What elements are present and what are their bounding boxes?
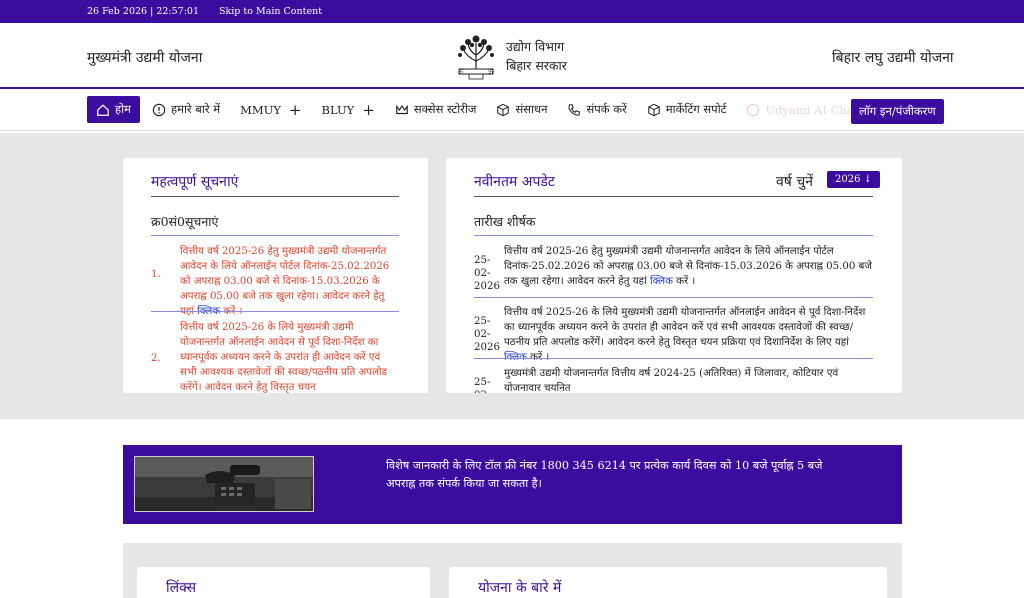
links-title: लिंक्स [166, 580, 197, 596]
main-nav: होम हमारे बारे में MMUY + BLUY + सक्सेस … [0, 89, 1024, 131]
nav-about-label: हमारे बारे में [170, 102, 221, 116]
notice-number: 1. [151, 269, 161, 280]
nav-contact-label: संपर्क करें [586, 102, 627, 116]
divider [474, 196, 873, 197]
links-card: लिंक्स [137, 567, 430, 598]
about-scheme-card: योजना के बारे में [449, 567, 887, 598]
site-header: मुख्यमंत्री उद्यमी योजना 卐 卐 उद्योग विभा… [0, 23, 1024, 89]
list-item: 2. वित्तीय वर्ष 2025-26 के लिये मुख्यमंत… [151, 320, 399, 393]
updates-column-heads: तारीख शीर्षक [474, 214, 536, 229]
divider [151, 235, 399, 236]
box-icon [497, 103, 510, 116]
update-body: वित्तीय वर्ष 2025-26 के लिये मुख्यमंत्री… [504, 307, 866, 348]
update-date: 25-02-2026 [474, 316, 500, 353]
bluy-title: बिहार लघु उद्यमी योजना [832, 50, 954, 66]
chat-bot-icon [747, 103, 760, 116]
divider [474, 297, 873, 298]
phone-icon [568, 103, 581, 116]
about-scheme-title: योजना के बारे में [478, 580, 562, 596]
box-icon [648, 103, 660, 116]
nav-mmuy[interactable]: MMUY + [240, 101, 301, 119]
update-text: वित्तीय वर्ष 2025-26 के लिये मुख्यमंत्री… [504, 305, 874, 365]
list-item: 1. वित्तीय वर्ष 2025-26 हेतु मुख्यमंत्री… [151, 244, 399, 317]
nav-marketing-label: मार्केटिंग सपोर्ट [665, 102, 727, 116]
table-row: 25-02 मुख्यमंत्री उद्यमी योजनान्तर्गत वि… [474, 366, 874, 393]
nav-resources-label: संसाधन [515, 102, 548, 116]
nav-success-label: सक्सेस स्टोरीज [413, 102, 477, 116]
info-circle-icon [152, 103, 166, 116]
notices-title: महत्वपूर्ण सूचनाएं [151, 174, 239, 190]
nav-home-label: होम [115, 102, 131, 116]
skip-to-content-link[interactable]: Skip to Main Content [219, 6, 322, 17]
notice-body: वित्तीय वर्ष 2025-26 के लिये मुख्यमंत्री… [180, 322, 388, 393]
update-body: मुख्यमंत्री उद्यमी योजनान्तर्गत वित्तीय … [504, 368, 839, 393]
mmuy-title: मुख्यमंत्री उद्यमी योजना [87, 50, 203, 66]
important-notices-card: महत्वपूर्ण सूचनाएं क्र0सं0सूचनाएं 1. वित… [123, 158, 428, 393]
update-click-link[interactable]: क्लिक [650, 276, 673, 287]
update-text: मुख्यमंत्री उद्यमी योजनान्तर्गत वित्तीय … [504, 366, 874, 393]
update-tail: करें । [676, 276, 696, 287]
notice-number: 2. [151, 353, 161, 364]
nav-marketing[interactable]: मार्केटिंग सपोर्ट [647, 102, 727, 117]
update-date: 25-02-2026 [474, 255, 500, 292]
bihar-emblem-icon: 卐 卐 [458, 35, 494, 80]
year-select-dropdown[interactable]: 2026 ↓ [827, 171, 881, 188]
helpline-banner: विशेष जानकारी के लिए टॉल फ्री नंबर 1800 … [123, 445, 902, 524]
svg-text:卐: 卐 [458, 69, 463, 76]
divider [474, 235, 873, 236]
updates-title: नवीनतम अपडेट [474, 174, 555, 190]
telephone-image-icon [135, 457, 313, 511]
notices-section: महत्वपूर्ण सूचनाएं क्र0सं0सूचनाएं 1. वित… [0, 133, 1024, 419]
crown-icon [396, 104, 408, 114]
svg-text:卐: 卐 [488, 69, 493, 76]
datetime: 26 Feb 2026 | 22:57:01 [87, 6, 199, 17]
helpline-text: विशेष जानकारी के लिए टॉल फ्री नंबर 1800 … [386, 459, 823, 490]
year-select-label: वर्ष चुनें [776, 174, 813, 190]
home-icon [97, 103, 109, 116]
divider [151, 311, 399, 312]
plus-icon: + [362, 100, 375, 119]
dept-line-1: उद्योग विभाग [506, 39, 565, 54]
update-text: वित्तीय वर्ष 2025-26 हेतु मुख्यमंत्री उद… [504, 244, 874, 289]
divider [474, 358, 873, 359]
nav-bluy-label: BLUY [321, 102, 355, 117]
nav-resources[interactable]: संसाधन [496, 102, 547, 117]
department-name: उद्योग विभाग बिहार सरकार [506, 37, 567, 75]
notice-text: वित्तीय वर्ष 2025-26 हेतु मुख्यमंत्री उद… [180, 244, 400, 319]
helpline-photo [134, 456, 314, 512]
login-register-button[interactable]: लॉग इन/पंजीकरण [851, 99, 944, 124]
links-section: लिंक्स योजना के बारे में [123, 543, 902, 598]
notice-text: वित्तीय वर्ष 2025-26 के लिये मुख्यमंत्री… [180, 320, 399, 393]
plus-icon: + [288, 100, 302, 119]
table-row: 25-02-2026 वित्तीय वर्ष 2025-26 के लिये … [474, 305, 874, 363]
nav-success-stories[interactable]: सक्सेस स्टोरीज [395, 102, 477, 117]
latest-updates-card: नवीनतम अपडेट वर्ष चुनें 2026 ↓ तारीख शीर… [446, 158, 902, 393]
table-row: 25-02-2026 वित्तीय वर्ष 2025-26 हेतु मुख… [474, 244, 874, 292]
nav-home[interactable]: होम [87, 96, 140, 123]
nav-bluy[interactable]: BLUY + [322, 101, 375, 119]
dept-line-2: बिहार सरकार [506, 58, 567, 73]
notices-column-heads: क्र0सं0सूचनाएं [151, 214, 219, 229]
nav-mmuy-label: MMUY [240, 102, 281, 117]
nav-about[interactable]: हमारे बारे में [152, 102, 220, 117]
divider [151, 196, 399, 197]
top-bar: 26 Feb 2026 | 22:57:01 Skip to Main Cont… [0, 0, 1024, 23]
nav-contact[interactable]: संपर्क करें [567, 102, 627, 117]
update-date: 25-02 [474, 377, 491, 393]
